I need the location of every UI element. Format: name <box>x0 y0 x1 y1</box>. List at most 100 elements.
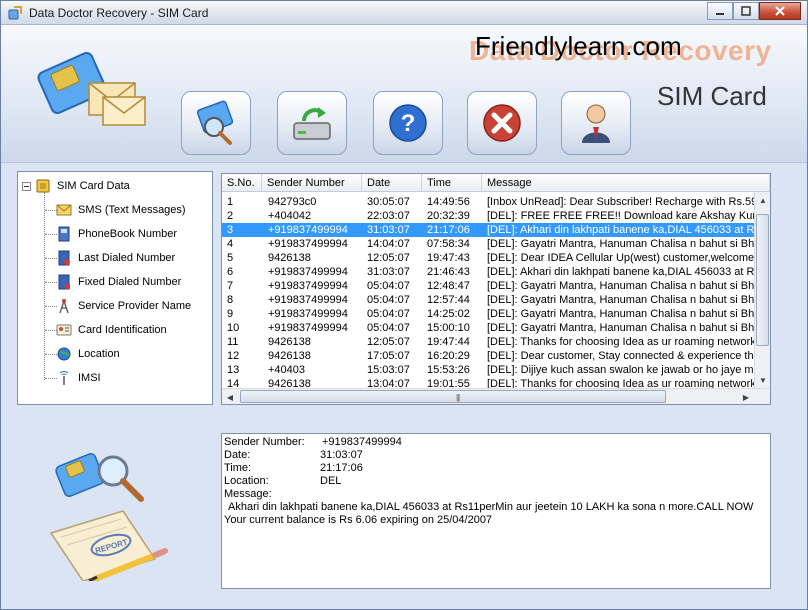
tree-item-label: Last Dialed Number <box>78 252 176 264</box>
scroll-right-arrow-icon[interactable]: ▶ <box>738 389 754 404</box>
sender-label: Sender Number: <box>224 436 305 448</box>
about-button[interactable] <box>561 91 631 155</box>
cell-date: 05:04:07 <box>367 308 410 320</box>
scroll-up-arrow-icon[interactable]: ▲ <box>755 192 770 208</box>
cell-message: [DEL]: Thanks for choosing Idea as ur ro… <box>487 336 754 348</box>
column-header-time[interactable]: Time <box>422 174 482 192</box>
cell-sno: 11 <box>227 336 239 348</box>
tower-icon <box>56 298 72 314</box>
cell-message: [DEL]: Gayatri Mantra, Hanuman Chalisa n… <box>487 280 754 292</box>
save-button[interactable] <box>277 91 347 155</box>
cell-date: 31:03:07 <box>367 266 410 278</box>
cell-sno: 12 <box>227 350 240 362</box>
tree-item-imsi[interactable]: IMSI <box>56 368 101 388</box>
table-row[interactable]: 9 +919837499994 05:04:07 14:25:02 [DEL]: Gay… <box>222 307 754 321</box>
tree-item-last-dialed[interactable]: Last Dialed Number <box>56 248 175 268</box>
minimize-button[interactable] <box>707 2 733 20</box>
help-button[interactable]: ? <box>373 91 443 155</box>
cell-time: 07:58:34 <box>427 238 470 250</box>
column-header-sender[interactable]: Sender Number <box>262 174 362 192</box>
tree-item-label: Location <box>78 348 120 360</box>
tree-item-card-identification[interactable]: Card Identification <box>56 320 167 340</box>
scroll-left-arrow-icon[interactable]: ◀ <box>222 389 238 404</box>
cell-time: 14:25:02 <box>427 308 470 320</box>
column-header-date[interactable]: Date <box>362 174 422 192</box>
scroll-down-arrow-icon[interactable]: ▼ <box>755 372 770 388</box>
table-row[interactable]: 5 9426138 12:05:07 19:47:43 [DEL]: Dear IDEA… <box>222 251 754 265</box>
cell-sno: 2 <box>227 210 234 222</box>
tree-item-service-provider[interactable]: Service Provider Name <box>56 296 191 316</box>
grid-horizontal-scrollbar[interactable]: ◀ ||| ▶ <box>222 388 770 404</box>
id-card-icon <box>56 322 72 338</box>
exit-button[interactable] <box>467 91 537 155</box>
cell-sender: +919837499994 <box>268 308 348 320</box>
table-row[interactable]: 13 +40403 15:03:07 15:53:26 [DEL]: Dijiye ku… <box>222 363 754 377</box>
cell-sender: +919837499994 <box>268 322 348 334</box>
report-illustration-icon: REPORT <box>49 453 168 581</box>
table-row[interactable]: 3 +919837499994 31:03:07 21:17:06 [DEL]: Akh… <box>222 223 754 237</box>
header-banner: Data Doctor Recovery Friendlylearn.com S… <box>1 25 807 163</box>
cell-sender: +919837499994 <box>268 224 348 236</box>
cell-message: [DEL]: Dijiye kuch assan swalon ke jawab… <box>487 364 754 376</box>
cell-time: 19:47:44 <box>427 336 470 348</box>
maximize-button[interactable] <box>733 2 759 20</box>
table-row[interactable]: 6 +919837499994 31:03:07 21:46:43 [DEL]: Akh… <box>222 265 754 279</box>
cell-date: 12:05:07 <box>367 336 410 348</box>
table-row[interactable]: 7 +919837499994 05:04:07 12:48:47 [DEL]: Gay… <box>222 279 754 293</box>
tree-item-label: Service Provider Name <box>78 300 192 312</box>
cell-time: 15:53:26 <box>427 364 470 376</box>
cell-time: 15:00:10 <box>427 322 470 334</box>
column-header-sno[interactable]: S.No. <box>222 174 262 192</box>
table-row[interactable]: 4 +919837499994 14:04:07 07:58:34 [DEL]: Gay… <box>222 237 754 251</box>
cell-sender: +919837499994 <box>268 238 348 250</box>
tree-item-phonebook[interactable]: PhoneBook Number <box>56 224 177 244</box>
phonebook-icon <box>56 226 72 242</box>
cell-sender: +919837499994 <box>268 266 348 278</box>
tree-root-label: SIM Card Data <box>57 180 130 192</box>
cell-date: 17:05:07 <box>367 350 410 362</box>
tree-item-location[interactable]: Location <box>56 344 120 364</box>
date-label: Date: <box>224 449 251 461</box>
cell-message: [Inbox UnRead]: Dear Subscriber! Recharg… <box>487 196 754 208</box>
window-title: Data Doctor Recovery - SIM Card <box>29 6 209 20</box>
table-row[interactable]: 12 9426138 17:05:07 16:20:29 [DEL]: Dear cus… <box>222 349 754 363</box>
table-row[interactable]: 10 +919837499994 05:04:07 15:00:10 [DEL]: Ga… <box>222 321 754 335</box>
table-row[interactable]: 2 +404042 22:03:07 20:32:39 [DEL]: FREE FREE… <box>222 209 754 223</box>
vertical-scroll-thumb[interactable] <box>756 214 769 346</box>
table-row[interactable]: 11 9426138 12:05:07 19:47:44 [DEL]: Thanks f… <box>222 335 754 349</box>
horizontal-scroll-thumb[interactable]: ||| <box>240 390 666 403</box>
cell-time: 19:47:43 <box>427 252 470 264</box>
cell-message: [DEL]: Gayatri Mantra, Hanuman Chalisa n… <box>487 308 754 320</box>
globe-icon <box>56 346 72 362</box>
date-value: 31:03:07 <box>320 449 363 461</box>
cell-sender: 9426138 <box>268 350 311 362</box>
tree-collapse-icon[interactable] <box>22 181 31 191</box>
cell-sno: 7 <box>227 280 234 292</box>
svg-text:?: ? <box>401 110 416 137</box>
title-bar: Data Doctor Recovery - SIM Card <box>1 1 807 25</box>
cell-time: 16:20:29 <box>427 350 470 362</box>
location-label: Location: <box>224 475 269 487</box>
tree-item-sms[interactable]: SMS (Text Messages) <box>56 200 186 220</box>
tree-item-label: PhoneBook Number <box>78 228 178 240</box>
detail-location-row: Location: DEL <box>224 475 341 488</box>
tree-item-fixed-dialed[interactable]: Fixed Dialed Number <box>56 272 181 292</box>
table-row[interactable]: 8 +919837499994 05:04:07 12:57:44 [DEL]: Gay… <box>222 293 754 307</box>
close-window-button[interactable] <box>759 2 801 20</box>
grid-vertical-scrollbar[interactable]: ▲ ▼ <box>754 192 770 388</box>
table-row[interactable]: 1 942793c0 30:05:07 14:49:56 [Inbox UnRead]:… <box>222 195 754 209</box>
cell-date: 12:05:07 <box>367 252 410 264</box>
cell-sender: +404042 <box>268 210 312 222</box>
help-icon: ? <box>389 104 427 142</box>
search-sim-button[interactable] <box>181 91 251 155</box>
cell-time: 12:48:47 <box>427 280 470 292</box>
column-header-message[interactable]: Message <box>482 174 770 192</box>
drive-save-icon <box>293 107 331 140</box>
cell-sno: 8 <box>227 294 234 306</box>
cell-message: [DEL]: Gayatri Mantra, Hanuman Chalisa n… <box>487 294 754 306</box>
minimize-icon <box>716 13 724 15</box>
tree-root[interactable]: SIM Card Data <box>22 176 130 196</box>
time-label: Time: <box>224 462 252 474</box>
last-dialed-icon <box>56 250 72 266</box>
cell-sno: 6 <box>227 266 234 278</box>
